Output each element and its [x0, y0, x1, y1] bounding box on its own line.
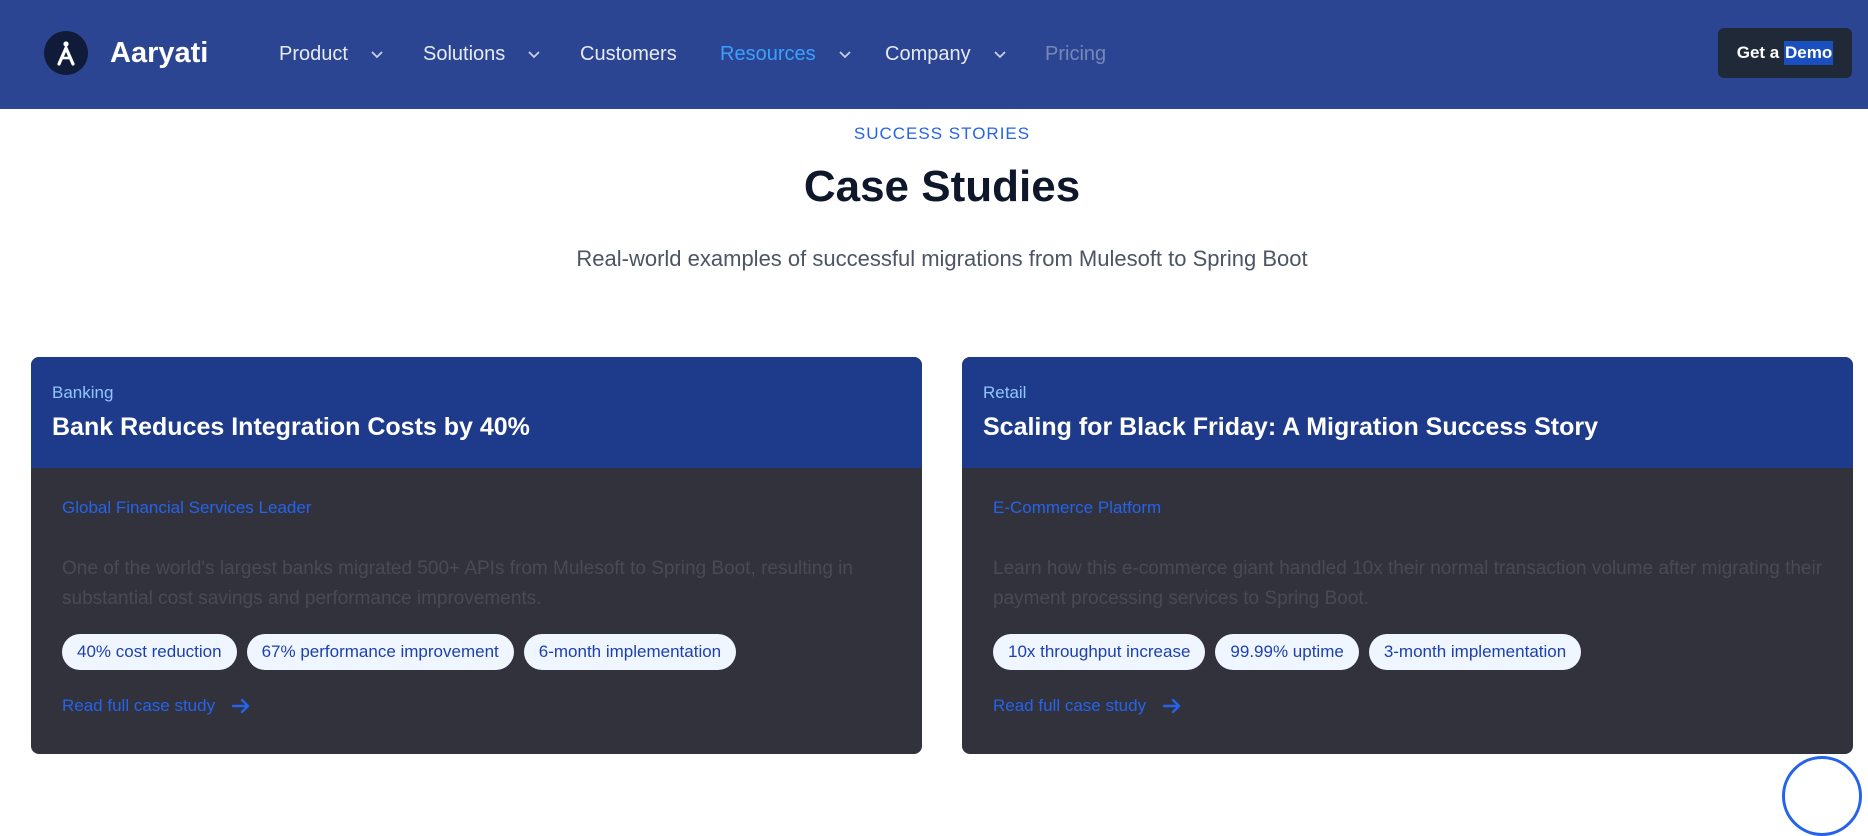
metric-pills: 40% cost reduction 67% performance impro…	[62, 634, 891, 670]
chevron-down-icon	[370, 50, 384, 60]
main-nav: Product Solutions Customers Resources Co…	[279, 0, 1106, 109]
arrow-right-icon	[1162, 697, 1182, 715]
brand-logo[interactable]: Aaryati	[44, 31, 208, 75]
chat-widget-button[interactable]	[1782, 756, 1862, 836]
page-title: Case Studies	[803, 162, 1081, 211]
demo-label-part1: Get a	[1736, 43, 1784, 62]
metric-pill: 10x throughput increase	[993, 634, 1206, 670]
get-demo-button[interactable]: Get a Demo	[1718, 28, 1852, 78]
logo-icon	[44, 31, 88, 75]
brand-name: Aaryati	[110, 36, 209, 69]
client-name: E-Commerce Platform	[993, 498, 1162, 517]
metric-pill: 40% cost reduction	[62, 634, 237, 670]
nav-label: Solutions	[423, 43, 506, 65]
link-label: Read full case study	[62, 696, 216, 715]
nav-item-customers[interactable]: Customers	[580, 43, 720, 66]
metric-pill: 67% performance improvement	[246, 634, 514, 670]
card-description: Learn how this e-commerce giant handled …	[993, 558, 1823, 609]
client-name: Global Financial Services Leader	[62, 498, 312, 517]
industry-tag: Retail	[983, 383, 1027, 402]
link-label: Read full case study	[993, 696, 1147, 715]
nav-item-pricing[interactable]: Pricing	[1045, 43, 1106, 66]
demo-label-part2: Demo	[1784, 41, 1834, 65]
industry-tag: Banking	[52, 383, 114, 402]
card-title: Scaling for Black Friday: A Migration Su…	[983, 413, 1598, 441]
case-study-card: Retail Scaling for Black Friday: A Migra…	[962, 357, 1853, 754]
case-study-card: Banking Bank Reduces Integration Costs b…	[31, 357, 922, 754]
chevron-down-icon	[527, 50, 541, 60]
metric-pill: 6-month implementation	[523, 634, 737, 670]
page-subtitle: Real-world examples of successful migrat…	[576, 246, 1308, 271]
nav-item-product[interactable]: Product	[279, 43, 423, 66]
card-body: E-Commerce Platform Learn how this e-com…	[962, 468, 1853, 716]
metric-pill: 99.99% uptime	[1215, 634, 1359, 670]
nav-item-resources[interactable]: Resources	[720, 43, 885, 66]
card-header: Retail Scaling for Black Friday: A Migra…	[962, 357, 1853, 468]
card-description: One of the world's largest banks migrate…	[62, 558, 853, 609]
nav-label: Customers	[580, 43, 677, 65]
chevron-down-icon	[838, 50, 852, 60]
card-body: Global Financial Services Leader One of …	[31, 468, 922, 716]
metric-pills: 10x throughput increase 99.99% uptime 3-…	[993, 634, 1822, 670]
nav-item-company[interactable]: Company	[885, 43, 1045, 66]
nav-label: Company	[885, 43, 971, 65]
metric-pill: 3-month implementation	[1368, 634, 1582, 670]
nav-label: Pricing	[1045, 43, 1107, 65]
read-case-study-link[interactable]: Read full case study	[993, 696, 1822, 716]
chevron-down-icon	[993, 50, 1007, 60]
card-title: Bank Reduces Integration Costs by 40%	[52, 413, 530, 441]
top-navbar: Aaryati Product Solutions Customers Reso…	[0, 0, 1868, 109]
nav-label: Product	[279, 43, 348, 65]
read-case-study-link[interactable]: Read full case study	[62, 696, 891, 716]
section-eyebrow: SUCCESS STORIES	[853, 124, 1031, 143]
card-header: Banking Bank Reduces Integration Costs b…	[31, 357, 922, 468]
arrow-right-icon	[231, 697, 251, 715]
nav-item-solutions[interactable]: Solutions	[423, 43, 580, 66]
nav-label: Resources	[720, 43, 816, 65]
